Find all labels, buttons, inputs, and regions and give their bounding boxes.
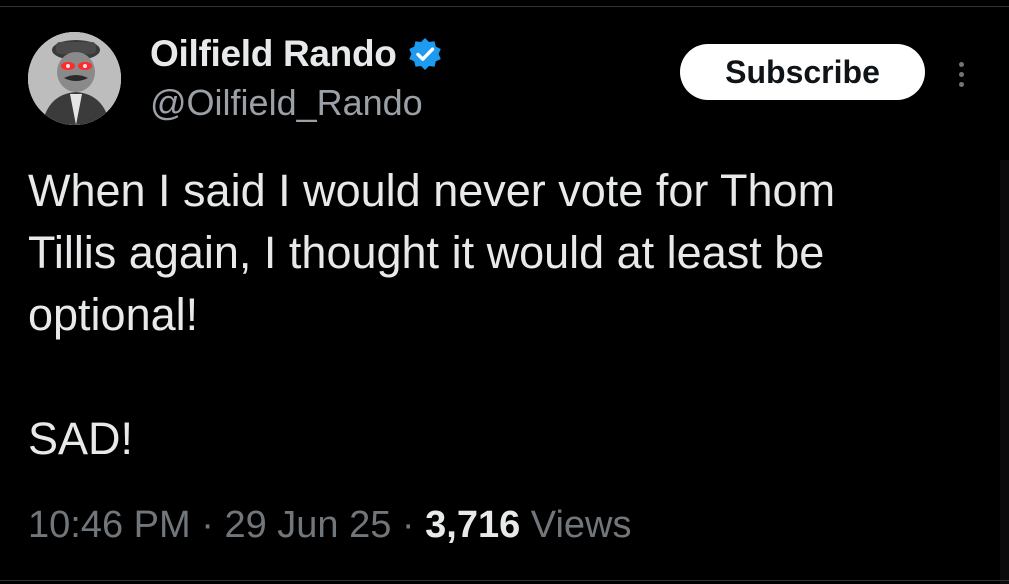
tweet-header: Oilfield Rando @Oilfield_Rando Subscribe (28, 32, 979, 132)
more-dot (958, 81, 964, 87)
meta-separator: · (201, 504, 214, 546)
more-dot (958, 61, 964, 67)
views-label: Views (530, 504, 632, 546)
display-name[interactable]: Oilfield Rando (150, 33, 397, 75)
bottom-divider (0, 580, 1009, 581)
display-name-row: Oilfield Rando (150, 33, 443, 75)
tweet-text: When I said I would never vote for Thom … (28, 165, 836, 464)
avatar[interactable] (28, 32, 121, 125)
author-names: Oilfield Rando @Oilfield_Rando (150, 33, 443, 124)
avatar-image (28, 32, 121, 125)
more-dot (958, 71, 964, 77)
scrollbar-track[interactable] (1000, 160, 1009, 584)
more-options-icon[interactable] (950, 54, 972, 94)
meta-separator: · (401, 504, 415, 546)
tweet-date[interactable]: 29 Jun 25 (224, 504, 391, 546)
tweet-meta: 10:46 PM · 29 Jun 25 · 3,716 Views (28, 504, 631, 547)
tweet-time[interactable]: 10:46 PM (28, 504, 191, 546)
top-divider (0, 6, 1009, 7)
verified-badge-icon[interactable] (407, 36, 443, 72)
user-handle[interactable]: @Oilfield_Rando (150, 82, 443, 124)
subscribe-button[interactable]: Subscribe (680, 44, 925, 100)
views-count: 3,716 (425, 504, 521, 546)
